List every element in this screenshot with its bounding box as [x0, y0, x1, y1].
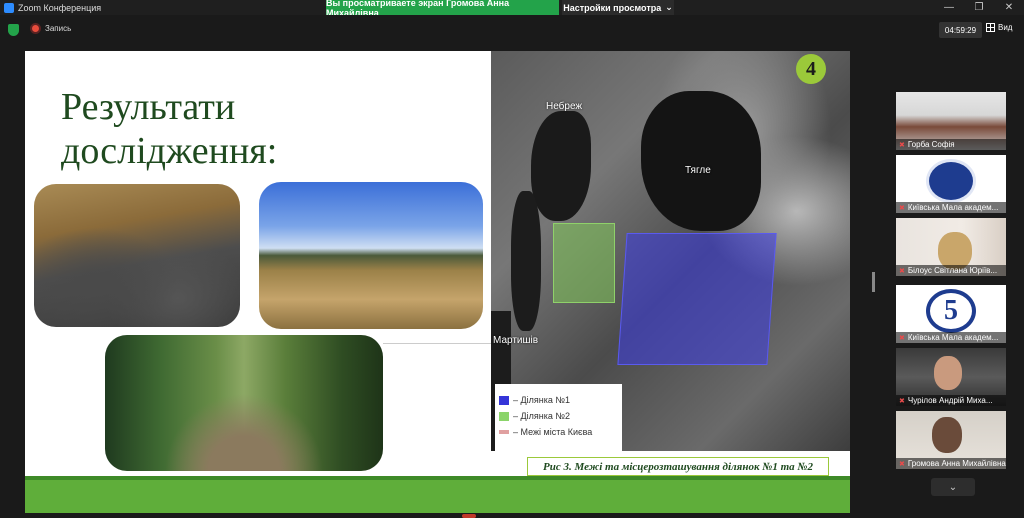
view-button[interactable]: Вид [986, 23, 1012, 32]
participant-name: Білоус Світлана Юріїв... [907, 266, 998, 275]
lake-tyagle [641, 91, 761, 231]
legend-label: – Межі міста Києва [513, 427, 593, 437]
minimize-button[interactable]: — [934, 0, 964, 15]
chevron-down-icon: ⌄ [948, 481, 958, 493]
participant-name-bar: ✖ Громова Анна Михайлівна [896, 458, 1006, 469]
mic-muted-icon: ✖ [899, 204, 905, 212]
map-label-martyshiv: Мартишів [493, 335, 539, 346]
legend-item: – Ділянка №1 [499, 392, 618, 408]
legend-swatch-blue [499, 395, 509, 405]
window-controls: — ❐ ✕ [934, 0, 1024, 15]
organization-emblem-icon [926, 159, 976, 203]
photo-field-sky [259, 182, 483, 329]
security-shield-icon[interactable] [8, 24, 19, 36]
participant-name-bar: ✖ Чурілов Андрій Миха... [896, 395, 1006, 406]
photo-forest-road [105, 335, 383, 471]
view-options-button[interactable]: Настройки просмотра ⌄ [562, 0, 674, 15]
participant-name-bar: ✖ Київська Мала академ... [896, 202, 1006, 213]
participant-figure [934, 356, 962, 390]
legend-item: – Межі міста Києва [499, 424, 618, 440]
participant-name: Київська Мала академ... [907, 203, 999, 212]
map-legend: – Ділянка №1 – Ділянка №2 – Межі міста К… [495, 384, 622, 452]
mic-muted-icon: ✖ [899, 141, 905, 149]
panel-resize-handle[interactable] [872, 272, 875, 292]
share-banner: Вы просматриваете экран Громова Анна Мих… [326, 0, 559, 18]
legend-swatch-red [499, 430, 509, 434]
participant-name: Громова Анна Михайлівна [907, 459, 1006, 468]
participant-name-bar: ✖ Київська Мала академ... [896, 332, 1006, 343]
maximize-button[interactable]: ❐ [964, 0, 994, 15]
mic-muted-icon: ✖ [899, 460, 905, 468]
scroll-participants-down-button[interactable]: ⌄ [931, 478, 975, 496]
participant-name: Горба Софія [907, 140, 955, 149]
grid-view-icon [986, 23, 995, 32]
participant-name: Чурілов Андрій Миха... [907, 396, 993, 405]
participant-tile-active-speaker[interactable]: ✖ Громова Анна Михайлівна [896, 411, 1006, 469]
lake-channel [511, 191, 541, 331]
mic-muted-icon: ✖ [899, 267, 905, 275]
zone-1-area [617, 233, 777, 365]
figure-caption: Рис 3. Межі та місцерозташування ділянок… [527, 457, 829, 476]
legend-label: – Ділянка №2 [513, 411, 570, 421]
participant-name-bar: ✖ Білоус Світлана Юріїв... [896, 265, 1006, 276]
slide-title: Результати дослідження: [61, 86, 278, 172]
bottom-edge-marker [462, 514, 476, 518]
zone-2-area [553, 223, 615, 303]
mic-muted-icon: ✖ [899, 334, 905, 342]
legend-label: – Ділянка №1 [513, 395, 570, 405]
lake-nebrezh [531, 111, 591, 221]
legend-swatch-green [499, 411, 509, 421]
participant-tile[interactable]: ✖ Чурілов Андрій Миха... [896, 348, 1006, 406]
record-icon [30, 23, 41, 34]
meeting-timer: 04:59:29 [939, 22, 982, 38]
view-options-label: Настройки просмотра [563, 2, 662, 13]
slide-footer-bar [25, 480, 850, 513]
shared-screen-slide: Результати дослідження: Небреж Тягле Мар… [25, 51, 850, 513]
recording-indicator[interactable]: Запись [30, 23, 71, 34]
view-label: Вид [998, 23, 1013, 32]
map-label-tyagle: Тягле [685, 165, 711, 176]
organization-emblem-icon: 5 [926, 289, 976, 333]
participant-figure [932, 417, 962, 453]
meeting-toolbar: Запись 04:59:29 Вид [0, 15, 1024, 45]
participant-tile[interactable]: 5 ✖ Київська Мала академ... [896, 285, 1006, 343]
app-title: Zoom Конференция [18, 2, 102, 13]
slide-number-badge: 4 [796, 54, 826, 84]
recording-label: Запись [45, 24, 72, 33]
photo-soil-tracks [34, 184, 240, 327]
app-title-area: Zoom Конференция [0, 2, 102, 13]
participant-name-bar: ✖ Горба Софія [896, 139, 1006, 150]
participant-name: Київська Мала академ... [907, 333, 999, 342]
participant-tile[interactable]: ✖ Київська Мала академ... [896, 155, 1006, 213]
legend-item: – Ділянка №2 [499, 408, 618, 424]
mic-muted-icon: ✖ [899, 397, 905, 405]
divider-line [383, 343, 491, 344]
chevron-down-icon: ⌄ [665, 2, 673, 12]
zoom-logo-icon [4, 2, 14, 13]
close-button[interactable]: ✕ [994, 0, 1024, 15]
participant-tile[interactable]: ✖ Горба Софія [896, 92, 1006, 150]
participant-tile[interactable]: ✖ Білоус Світлана Юріїв... [896, 218, 1006, 276]
map-label-nebrezh: Небреж [546, 101, 583, 112]
